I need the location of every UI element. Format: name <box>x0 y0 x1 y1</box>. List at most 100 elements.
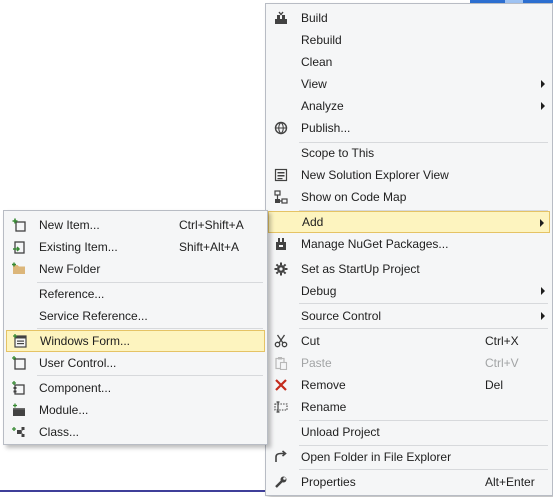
menu-item-shortcut: Shift+Alt+A <box>179 240 240 254</box>
build-icon <box>272 9 290 27</box>
menu-item-label: Unload Project <box>301 425 380 439</box>
module-icon <box>10 401 28 419</box>
menu-item-view[interactable]: View <box>268 73 550 95</box>
editor-underline <box>0 490 267 492</box>
menu-item-paste[interactable]: Paste Ctrl+V <box>268 352 550 374</box>
submenu-arrow-icon <box>541 312 545 320</box>
menu-item-label: Service Reference... <box>39 309 148 323</box>
open-folder-arrow-icon <box>272 448 290 466</box>
menu-item-label: Build <box>301 11 328 25</box>
menu-item-scope-to-this[interactable]: Scope to This <box>268 142 550 164</box>
menu-separator <box>299 469 548 470</box>
menu-item-label: Existing Item... <box>39 240 118 254</box>
folder-icon <box>10 260 28 278</box>
component-icon <box>10 379 28 397</box>
menu-item-source-control[interactable]: Source Control <box>268 305 550 327</box>
user-control-icon <box>10 354 28 372</box>
code-map-icon <box>272 188 290 206</box>
menu-item-open-folder-in-file-explorer[interactable]: Open Folder in File Explorer <box>268 446 550 468</box>
menu-item-label: Clean <box>301 55 333 69</box>
nuget-icon <box>272 235 290 253</box>
new-explorer-view-icon <box>272 166 290 184</box>
menu-item-clean[interactable]: Clean <box>268 51 550 73</box>
menu-item-label: New Item... <box>39 218 100 232</box>
menu-item-label: Cut <box>301 334 320 348</box>
menu-item-label: Open Folder in File Explorer <box>301 450 452 464</box>
menu-item-label: Properties <box>301 475 356 489</box>
menu-item-publish[interactable]: Publish... <box>268 117 550 139</box>
submenu-item-class[interactable]: Class... <box>6 421 265 443</box>
menu-item-label: Manage NuGet Packages... <box>301 237 449 251</box>
menu-item-label: Rebuild <box>301 33 342 47</box>
gear-icon <box>272 260 290 278</box>
submenu-item-service-reference[interactable]: Service Reference... <box>6 305 265 327</box>
menu-item-show-on-code-map[interactable]: Show on Code Map <box>268 186 550 208</box>
class-icon <box>10 423 28 441</box>
submenu-item-new-item[interactable]: New Item... Ctrl+Shift+A <box>6 214 265 236</box>
menu-item-new-solution-explorer-view[interactable]: New Solution Explorer View <box>268 164 550 186</box>
menu-item-label: Publish... <box>301 121 351 135</box>
menu-separator <box>299 328 548 329</box>
menu-item-label: Show on Code Map <box>301 190 407 204</box>
menu-item-label: Remove <box>301 378 346 392</box>
menu-item-label: User Control... <box>39 356 117 370</box>
menu-item-label: Paste <box>301 356 332 370</box>
menu-separator <box>37 328 263 329</box>
menu-item-add[interactable]: Add <box>268 211 550 233</box>
menu-item-build[interactable]: Build <box>268 7 550 29</box>
menu-item-shortcut: Ctrl+Shift+A <box>179 218 244 232</box>
publish-globe-icon <box>272 119 290 137</box>
submenu-item-windows-form[interactable]: Windows Form... <box>6 330 265 352</box>
submenu-arrow-icon <box>541 80 545 88</box>
scissors-icon <box>272 332 290 350</box>
submenu-item-user-control[interactable]: User Control... <box>6 352 265 374</box>
menu-item-label: Reference... <box>39 287 105 301</box>
submenu-item-module[interactable]: Module... <box>6 399 265 421</box>
menu-item-label: Component... <box>39 381 112 395</box>
menu-item-cut[interactable]: Cut Ctrl+X <box>268 330 550 352</box>
menu-item-label: Debug <box>301 284 337 298</box>
existing-item-icon <box>10 238 28 256</box>
menu-item-label: Rename <box>301 400 347 414</box>
menu-item-remove[interactable]: Remove Del <box>268 374 550 396</box>
submenu-item-existing-item[interactable]: Existing Item... Shift+Alt+A <box>6 236 265 258</box>
menu-item-label: Source Control <box>301 309 382 323</box>
remove-x-icon <box>272 376 290 394</box>
new-item-icon <box>10 216 28 234</box>
menu-separator <box>37 375 263 376</box>
menu-item-label: Analyze <box>301 99 344 113</box>
menu-item-manage-nuget[interactable]: Manage NuGet Packages... <box>268 233 550 255</box>
menu-item-label: Windows Form... <box>40 334 131 348</box>
menu-item-shortcut: Ctrl+X <box>485 334 519 348</box>
menu-item-label: Add <box>302 215 324 229</box>
submenu-arrow-icon <box>540 219 544 227</box>
windows-form-icon <box>11 332 29 350</box>
menu-item-rebuild[interactable]: Rebuild <box>268 29 550 51</box>
menu-separator <box>299 303 548 304</box>
menu-item-shortcut: Alt+Enter <box>485 475 535 489</box>
menu-item-label: Scope to This <box>301 146 375 160</box>
menu-item-set-as-startup[interactable]: Set as StartUp Project <box>268 258 550 280</box>
menu-item-label: Module... <box>39 403 89 417</box>
menu-item-rename[interactable]: Rename <box>268 396 550 418</box>
submenu-arrow-icon <box>541 287 545 295</box>
menu-item-properties[interactable]: Properties Alt+Enter <box>268 471 550 493</box>
wrench-icon <box>272 473 290 491</box>
menu-item-debug[interactable]: Debug <box>268 280 550 302</box>
submenu-item-new-folder[interactable]: New Folder <box>6 258 265 280</box>
menu-item-label: New Folder <box>39 262 101 276</box>
menu-item-label: Set as StartUp Project <box>301 262 420 276</box>
menu-item-shortcut: Del <box>485 378 504 392</box>
menu-item-shortcut: Ctrl+V <box>485 356 519 370</box>
menu-item-label: View <box>301 77 327 91</box>
submenu-arrow-icon <box>541 102 545 110</box>
menu-item-unload-project[interactable]: Unload Project <box>268 421 550 443</box>
project-context-menu: Build Rebuild Clean View Analyze Publish… <box>265 3 553 496</box>
rename-icon <box>272 398 290 416</box>
menu-item-analyze[interactable]: Analyze <box>268 95 550 117</box>
paste-icon <box>272 354 290 372</box>
submenu-item-component[interactable]: Component... <box>6 377 265 399</box>
submenu-item-reference[interactable]: Reference... <box>6 283 265 305</box>
menu-item-label: Class... <box>39 425 80 439</box>
menu-item-label: New Solution Explorer View <box>301 168 449 182</box>
